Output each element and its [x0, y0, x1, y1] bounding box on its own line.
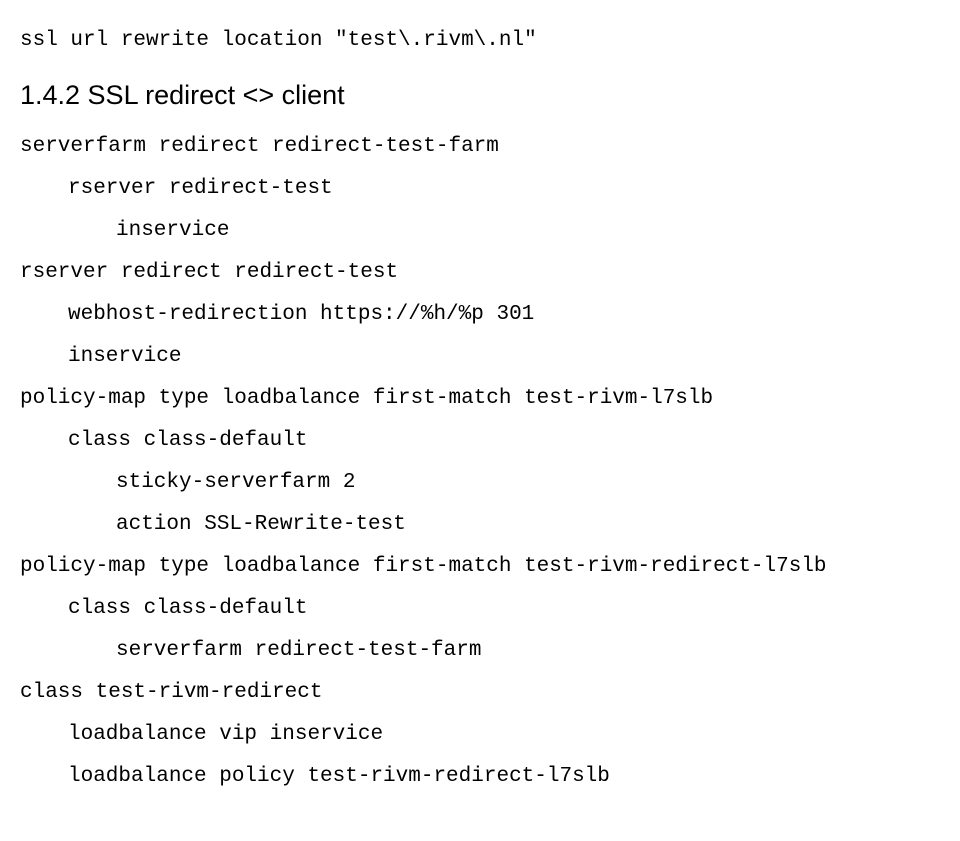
- config-line: loadbalance policy test-rivm-redirect-l7…: [20, 756, 960, 798]
- config-line: loadbalance vip inservice: [20, 714, 960, 756]
- config-line: inservice: [20, 336, 960, 378]
- section-heading: 1.4.2 SSL redirect <> client: [20, 68, 960, 122]
- config-line: class test-rivm-redirect: [20, 672, 960, 714]
- config-line: class class-default: [20, 588, 960, 630]
- config-line: webhost-redirection https://%h/%p 301: [20, 294, 960, 336]
- config-line: sticky-serverfarm 2: [20, 462, 960, 504]
- config-line: inservice: [20, 210, 960, 252]
- config-line: rserver redirect redirect-test: [20, 252, 960, 294]
- config-line: policy-map type loadbalance first-match …: [20, 546, 960, 588]
- config-line: action SSL-Rewrite-test: [20, 504, 960, 546]
- config-line: serverfarm redirect redirect-test-farm: [20, 126, 960, 168]
- config-line: serverfarm redirect-test-farm: [20, 630, 960, 672]
- config-line: policy-map type loadbalance first-match …: [20, 378, 960, 420]
- config-first-line: ssl url rewrite location "test\.rivm\.nl…: [20, 20, 960, 62]
- config-line: rserver redirect-test: [20, 168, 960, 210]
- config-line: class class-default: [20, 420, 960, 462]
